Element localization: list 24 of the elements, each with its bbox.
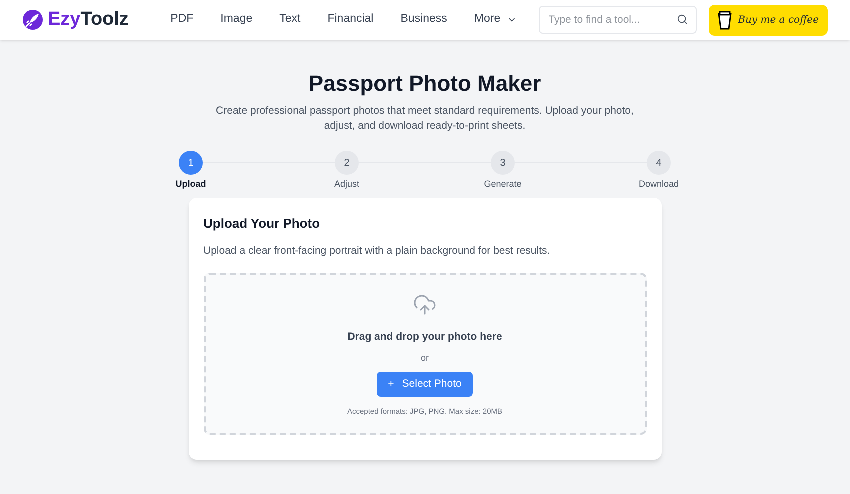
search-icon [677, 14, 688, 25]
card-description: Upload a clear front-facing portrait with a plain background for best results. [204, 244, 552, 259]
step-label: Generate [484, 178, 522, 191]
nav-link[interactable]: Financial [328, 11, 374, 29]
select-photo-button[interactable]: + Select Photo [377, 372, 473, 397]
drop-heading: Drag and drop your photo here [348, 330, 502, 345]
coffee-cup-icon [718, 10, 732, 30]
logo-text[interactable]: EzyToolz [48, 6, 129, 34]
step-label: Download [638, 178, 680, 191]
card-title: Upload Your Photo [204, 214, 322, 233]
step-label: Upload [176, 178, 206, 191]
nav-link[interactable]: Image [220, 11, 253, 29]
nav-link[interactable]: Business [400, 11, 448, 29]
step-label: Adjust [334, 178, 360, 191]
nav-link[interactable]: More [474, 11, 517, 29]
nav-link[interactable]: Text [280, 11, 301, 29]
search-field[interactable]: Type to find a tool... [538, 6, 698, 34]
nav-link[interactable]: PDF [170, 11, 194, 29]
or-text: or [420, 352, 429, 364]
page-subtitle: Create professional passport photos that meet standard requirements. Upload your photo, adjust, and download ready-to-print sheets. [215, 104, 635, 134]
page-title: Passport Photo Maker [308, 70, 542, 98]
coffee-button[interactable]: Buy me a coffee [709, 4, 828, 36]
cloud-upload-icon [413, 292, 437, 317]
rocket-logo-icon [22, 9, 44, 31]
